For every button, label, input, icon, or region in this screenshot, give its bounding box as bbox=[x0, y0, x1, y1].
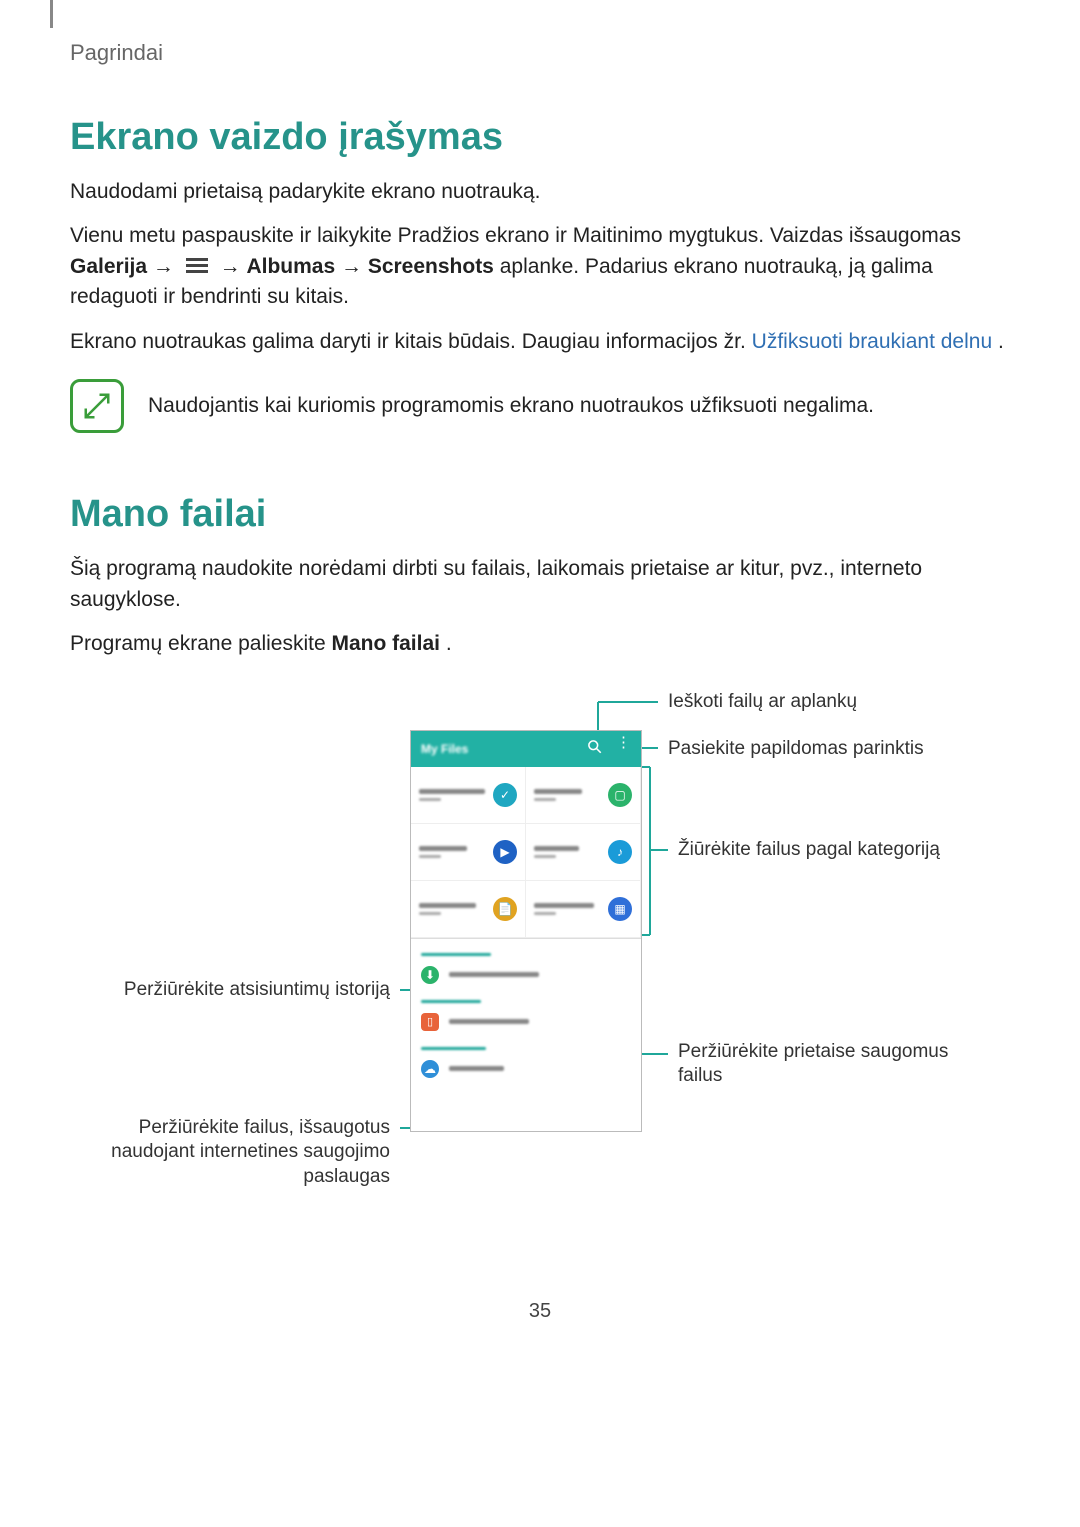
p2-albums: Albumas bbox=[246, 255, 335, 278]
category-icon: ♪ bbox=[608, 840, 632, 864]
callout-options: Pasiekite papildomas parinktis bbox=[668, 737, 924, 762]
category-icon: 📄 bbox=[493, 897, 517, 921]
download-history-item[interactable]: ⬇ bbox=[421, 960, 631, 990]
search-icon[interactable] bbox=[587, 739, 602, 758]
phone-header: My Files ⋮ bbox=[411, 731, 641, 767]
callout-device: Peržiūrėkite prietaise saugomus failus bbox=[678, 1040, 988, 1089]
cloud-storage-item[interactable]: ☁ bbox=[421, 1054, 631, 1084]
page-top-marker bbox=[50, 0, 53, 28]
note-text: Naudojantis kai kuriomis programomis ekr… bbox=[148, 391, 874, 421]
category-cell[interactable]: ▶ bbox=[411, 824, 526, 881]
device-icon: ▯ bbox=[421, 1013, 439, 1031]
arrow-sep: → bbox=[153, 255, 180, 278]
p3-part-a: Ekrano nuotraukas galima daryti ir kitai… bbox=[70, 330, 752, 353]
category-cell[interactable]: ♪ bbox=[526, 824, 641, 881]
device-storage-item[interactable]: ▯ bbox=[421, 1007, 631, 1037]
screenshot-p1: Naudodami prietaisą padarykite ekrano nu… bbox=[70, 177, 1010, 207]
running-header: Pagrindai bbox=[70, 40, 1010, 66]
p3-link[interactable]: Užfiksuoti braukiant delnu bbox=[752, 330, 992, 353]
category-grid: ✓ ▢ ▶ ♪ 📄 ▦ bbox=[411, 767, 641, 939]
more-icon[interactable]: ⋮ bbox=[616, 739, 631, 758]
note-row: Naudojantis kai kuriomis programomis ekr… bbox=[70, 379, 1010, 433]
p2-screenshots: Screenshots bbox=[368, 255, 494, 278]
heading-myfiles: Mano failai bbox=[70, 493, 1010, 536]
arrow-sep: → bbox=[341, 255, 368, 278]
callout-cloud: Peržiūrėkite failus, išsaugotus naudojan… bbox=[70, 1116, 390, 1190]
screenshot-p2: Vienu metu paspauskite ir laikykite Prad… bbox=[70, 221, 1010, 312]
callout-search: Ieškoti failų ar aplankų bbox=[668, 690, 857, 715]
p3-part-b: . bbox=[998, 330, 1004, 353]
myfiles-diagram: My Files ⋮ ✓ ▢ ▶ ♪ 📄 ▦ ⬇ bbox=[70, 680, 1010, 1190]
category-cell[interactable]: 📄 bbox=[411, 881, 526, 938]
page-number: 35 bbox=[70, 1300, 1010, 1323]
local-storage-head bbox=[421, 1000, 631, 1003]
category-icon: ✓ bbox=[493, 783, 517, 807]
category-icon: ▦ bbox=[608, 897, 632, 921]
arrow-sep: → bbox=[220, 255, 247, 278]
myfiles-p2: Programų ekrane palieskite Mano failai . bbox=[70, 629, 1010, 659]
p2-gallery: Galerija bbox=[70, 255, 147, 278]
heading-screenshot: Ekrano vaizdo įrašymas bbox=[70, 116, 1010, 159]
callout-downloads: Peržiūrėkite atsisiuntimų istoriją bbox=[70, 978, 390, 1003]
myf-p2b: Mano failai bbox=[331, 632, 440, 655]
category-icon: ▢ bbox=[608, 783, 632, 807]
myf-p2a: Programų ekrane palieskite bbox=[70, 632, 331, 655]
myfiles-p1: Šią programą naudokite norėdami dirbti s… bbox=[70, 554, 1010, 615]
myf-p2c: . bbox=[446, 632, 452, 655]
note-icon bbox=[70, 379, 124, 433]
section-list: ⬇ ▯ ☁ bbox=[411, 939, 641, 1084]
phone-mockup: My Files ⋮ ✓ ▢ ▶ ♪ 📄 ▦ ⬇ bbox=[410, 730, 642, 1132]
app-title: My Files bbox=[421, 742, 468, 756]
callout-category: Žiūrėkite failus pagal kategoriją bbox=[678, 838, 940, 863]
category-icon: ▶ bbox=[493, 840, 517, 864]
cloud-storage-head bbox=[421, 1047, 631, 1050]
download-icon: ⬇ bbox=[421, 966, 439, 984]
category-cell[interactable]: ▢ bbox=[526, 767, 641, 824]
category-cell[interactable]: ▦ bbox=[526, 881, 641, 938]
cloud-icon: ☁ bbox=[421, 1060, 439, 1078]
category-cell[interactable]: ✓ bbox=[411, 767, 526, 824]
download-history-head bbox=[421, 953, 631, 956]
p2-part-a: Vienu metu paspauskite ir laikykite Prad… bbox=[70, 224, 961, 247]
screenshot-p3: Ekrano nuotraukas galima daryti ir kitai… bbox=[70, 327, 1010, 357]
menu-icon bbox=[186, 255, 208, 276]
